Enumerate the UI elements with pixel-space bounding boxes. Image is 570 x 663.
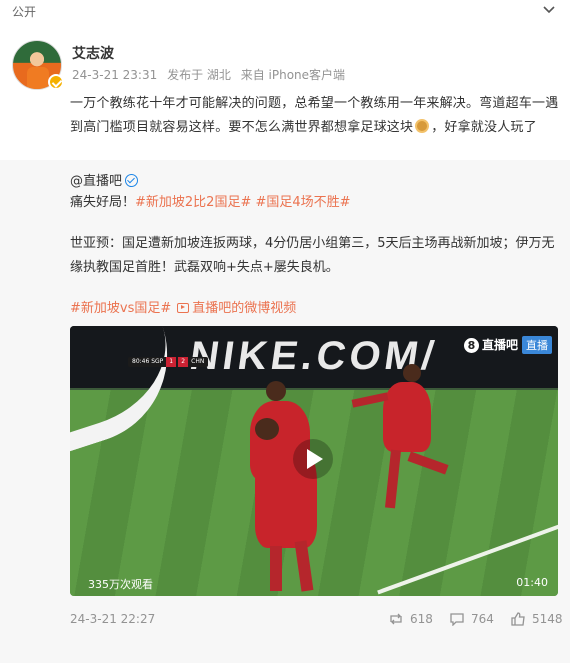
repost-count: 618 [410,612,433,626]
visibility-label: 公开 [12,5,37,19]
view-count: 335万次观看 [88,578,153,591]
watermark: 8 直播吧 [463,336,518,353]
score1: 1 [166,357,177,367]
team1: SGP [151,358,164,365]
repost-author[interactable]: @直播吧 [70,170,139,189]
play-icon[interactable] [292,438,334,480]
player-head [403,364,421,382]
video-player[interactable]: NIKE.COM/ 80:46 SGP 12 CHN 8 直播吧 直播 335万次… [70,326,558,596]
repost-action[interactable]: 618 [388,612,433,626]
video-duration: 01:40 [516,576,548,589]
post-text: 一万个教练花十年才可能解决的问题，总希望一个教练用一年来解决。弯道超车一遇到高门… [70,92,562,140]
post-text-part2: ，好拿就没人玩了 [431,120,537,135]
repost-headline: 痛失好局！#新加坡2比2国足# #国足4场不胜# [70,191,351,210]
hashtag-link[interactable]: #国足4场不胜# [255,195,350,210]
repost-timestamp[interactable]: 24-3-21 22:27 [70,612,155,626]
score2: 2 [178,357,189,367]
repost-paragraph: 世亚预：国足遭新加坡连扳两球，4分仍居小组第三，5天后主场再战新加坡；伊万无缘执… [70,236,555,275]
repost-icon [390,613,402,625]
thumbs-up-icon [511,612,525,626]
player [383,382,431,452]
repost-card[interactable]: @直播吧 痛失好局！#新加坡2比2国足# #国足4场不胜# 世亚预：国足遭新加坡… [0,160,570,663]
like-count: 5148 [532,612,563,626]
post-source: 来自 iPhone客户端 [240,68,346,82]
verified-blue-icon [125,174,139,187]
player-head [266,381,286,401]
post-timestamp[interactable]: 24-3-21 23:31 [72,68,157,82]
scoreboard: 80:46 SGP 12 CHN [128,357,209,367]
comment-action[interactable]: 764 [449,612,494,626]
player-leg [270,546,282,591]
username[interactable]: 艾志波 [72,43,114,63]
post-meta: 24-3-21 23:31 发布于 湖北 来自 iPhone客户端 [72,66,351,83]
watermark-text: 直播吧 [481,338,518,352]
post-location: 发布于 湖北 [167,68,231,82]
visibility-bar: 公开 [0,0,570,22]
repost-headline-text: 痛失好局！ [70,195,136,210]
medal-icon [415,119,430,133]
comment-icon [450,613,464,626]
hashtag-link[interactable]: #新加坡2比2国足# [135,195,251,210]
video-link[interactable]: 直播吧的微博视频 [192,301,296,316]
logo-8-icon: 8 [463,338,479,353]
repost-footer: 24-3-21 22:27 618 764 5148 [70,610,563,630]
team2: CHN [191,358,205,365]
repost-tags: #新加坡vs国足# 直播吧的微博视频 [70,297,296,316]
video-icon [177,303,190,313]
live-tag: 直播 [522,336,552,354]
chevron-down-icon[interactable] [542,2,556,16]
comment-count: 764 [471,612,494,626]
player-head [255,418,279,440]
like-action[interactable]: 5148 [510,612,563,626]
hashtag-link[interactable]: #新加坡vs国足# [70,301,171,316]
verified-badge-icon [48,74,64,90]
scoreboard-clock: 80:46 [132,358,150,365]
repost-author-name[interactable]: @直播吧 [70,174,122,189]
